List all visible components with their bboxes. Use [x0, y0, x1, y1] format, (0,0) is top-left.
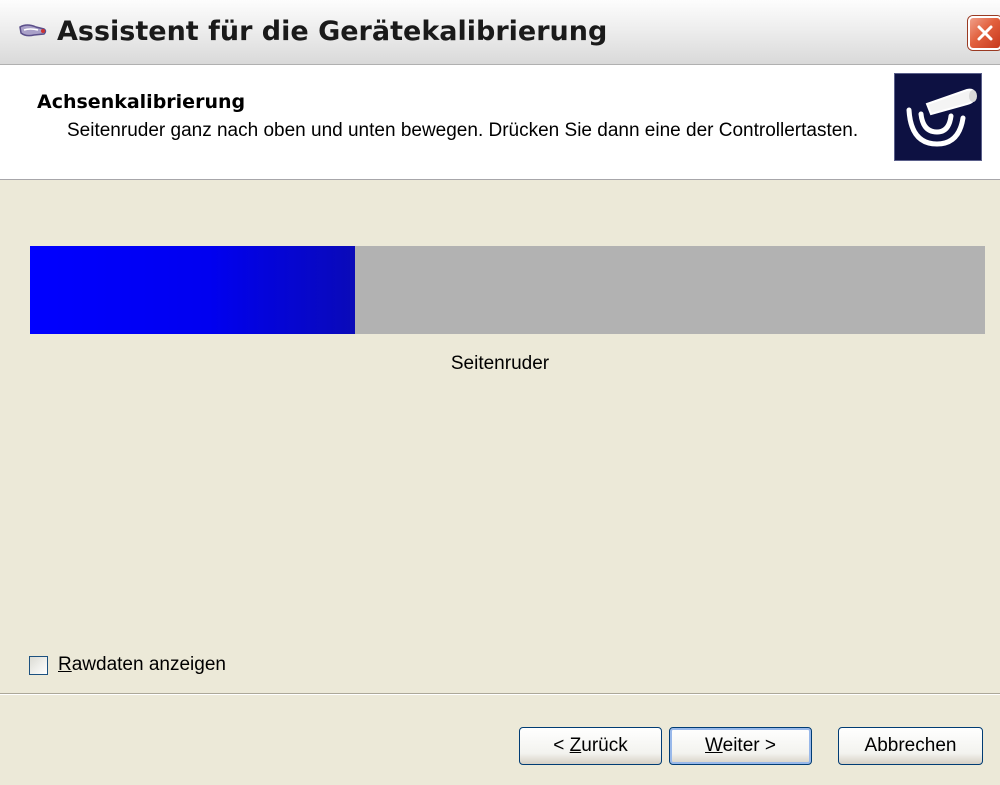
calibration-joystick-icon — [894, 73, 982, 161]
calibration-wizard-window: Assistent für die Gerätekalibrierung Ach… — [0, 0, 1000, 785]
close-icon — [977, 25, 993, 41]
next-button-label: eiter > — [722, 735, 776, 756]
footer-separator — [0, 693, 1000, 695]
step-instruction: Seitenruder ganz nach oben und unten bew… — [67, 120, 859, 141]
close-button[interactable] — [968, 16, 1000, 50]
raw-data-checkbox[interactable] — [29, 656, 48, 675]
window-title: Assistent für die Gerätekalibrierung — [57, 16, 608, 47]
raw-data-label-text: awdaten anzeigen — [71, 654, 226, 675]
axis-progress-bar — [30, 246, 985, 334]
back-button[interactable]: < Zurück — [519, 727, 662, 765]
back-button-prefix: < — [553, 735, 570, 756]
joystick-icon — [18, 22, 48, 44]
back-button-mnemonic: Z — [569, 735, 582, 756]
axis-progress-fill — [30, 246, 355, 334]
raw-data-label[interactable]: Rawdaten anzeigen — [58, 653, 226, 677]
back-button-label: urück — [581, 735, 628, 756]
raw-data-mnemonic: R — [58, 654, 72, 675]
next-button[interactable]: Weiter > — [669, 727, 812, 765]
title-bar[interactable]: Assistent für die Gerätekalibrierung — [0, 0, 1000, 65]
step-title: Achsenkalibrierung — [37, 91, 246, 113]
wizard-header: Achsenkalibrierung Seitenruder ganz nach… — [0, 65, 1000, 180]
axis-label: Seitenruder — [450, 353, 550, 374]
next-button-mnemonic: W — [705, 735, 723, 756]
cancel-button[interactable]: Abbrechen — [838, 727, 983, 765]
